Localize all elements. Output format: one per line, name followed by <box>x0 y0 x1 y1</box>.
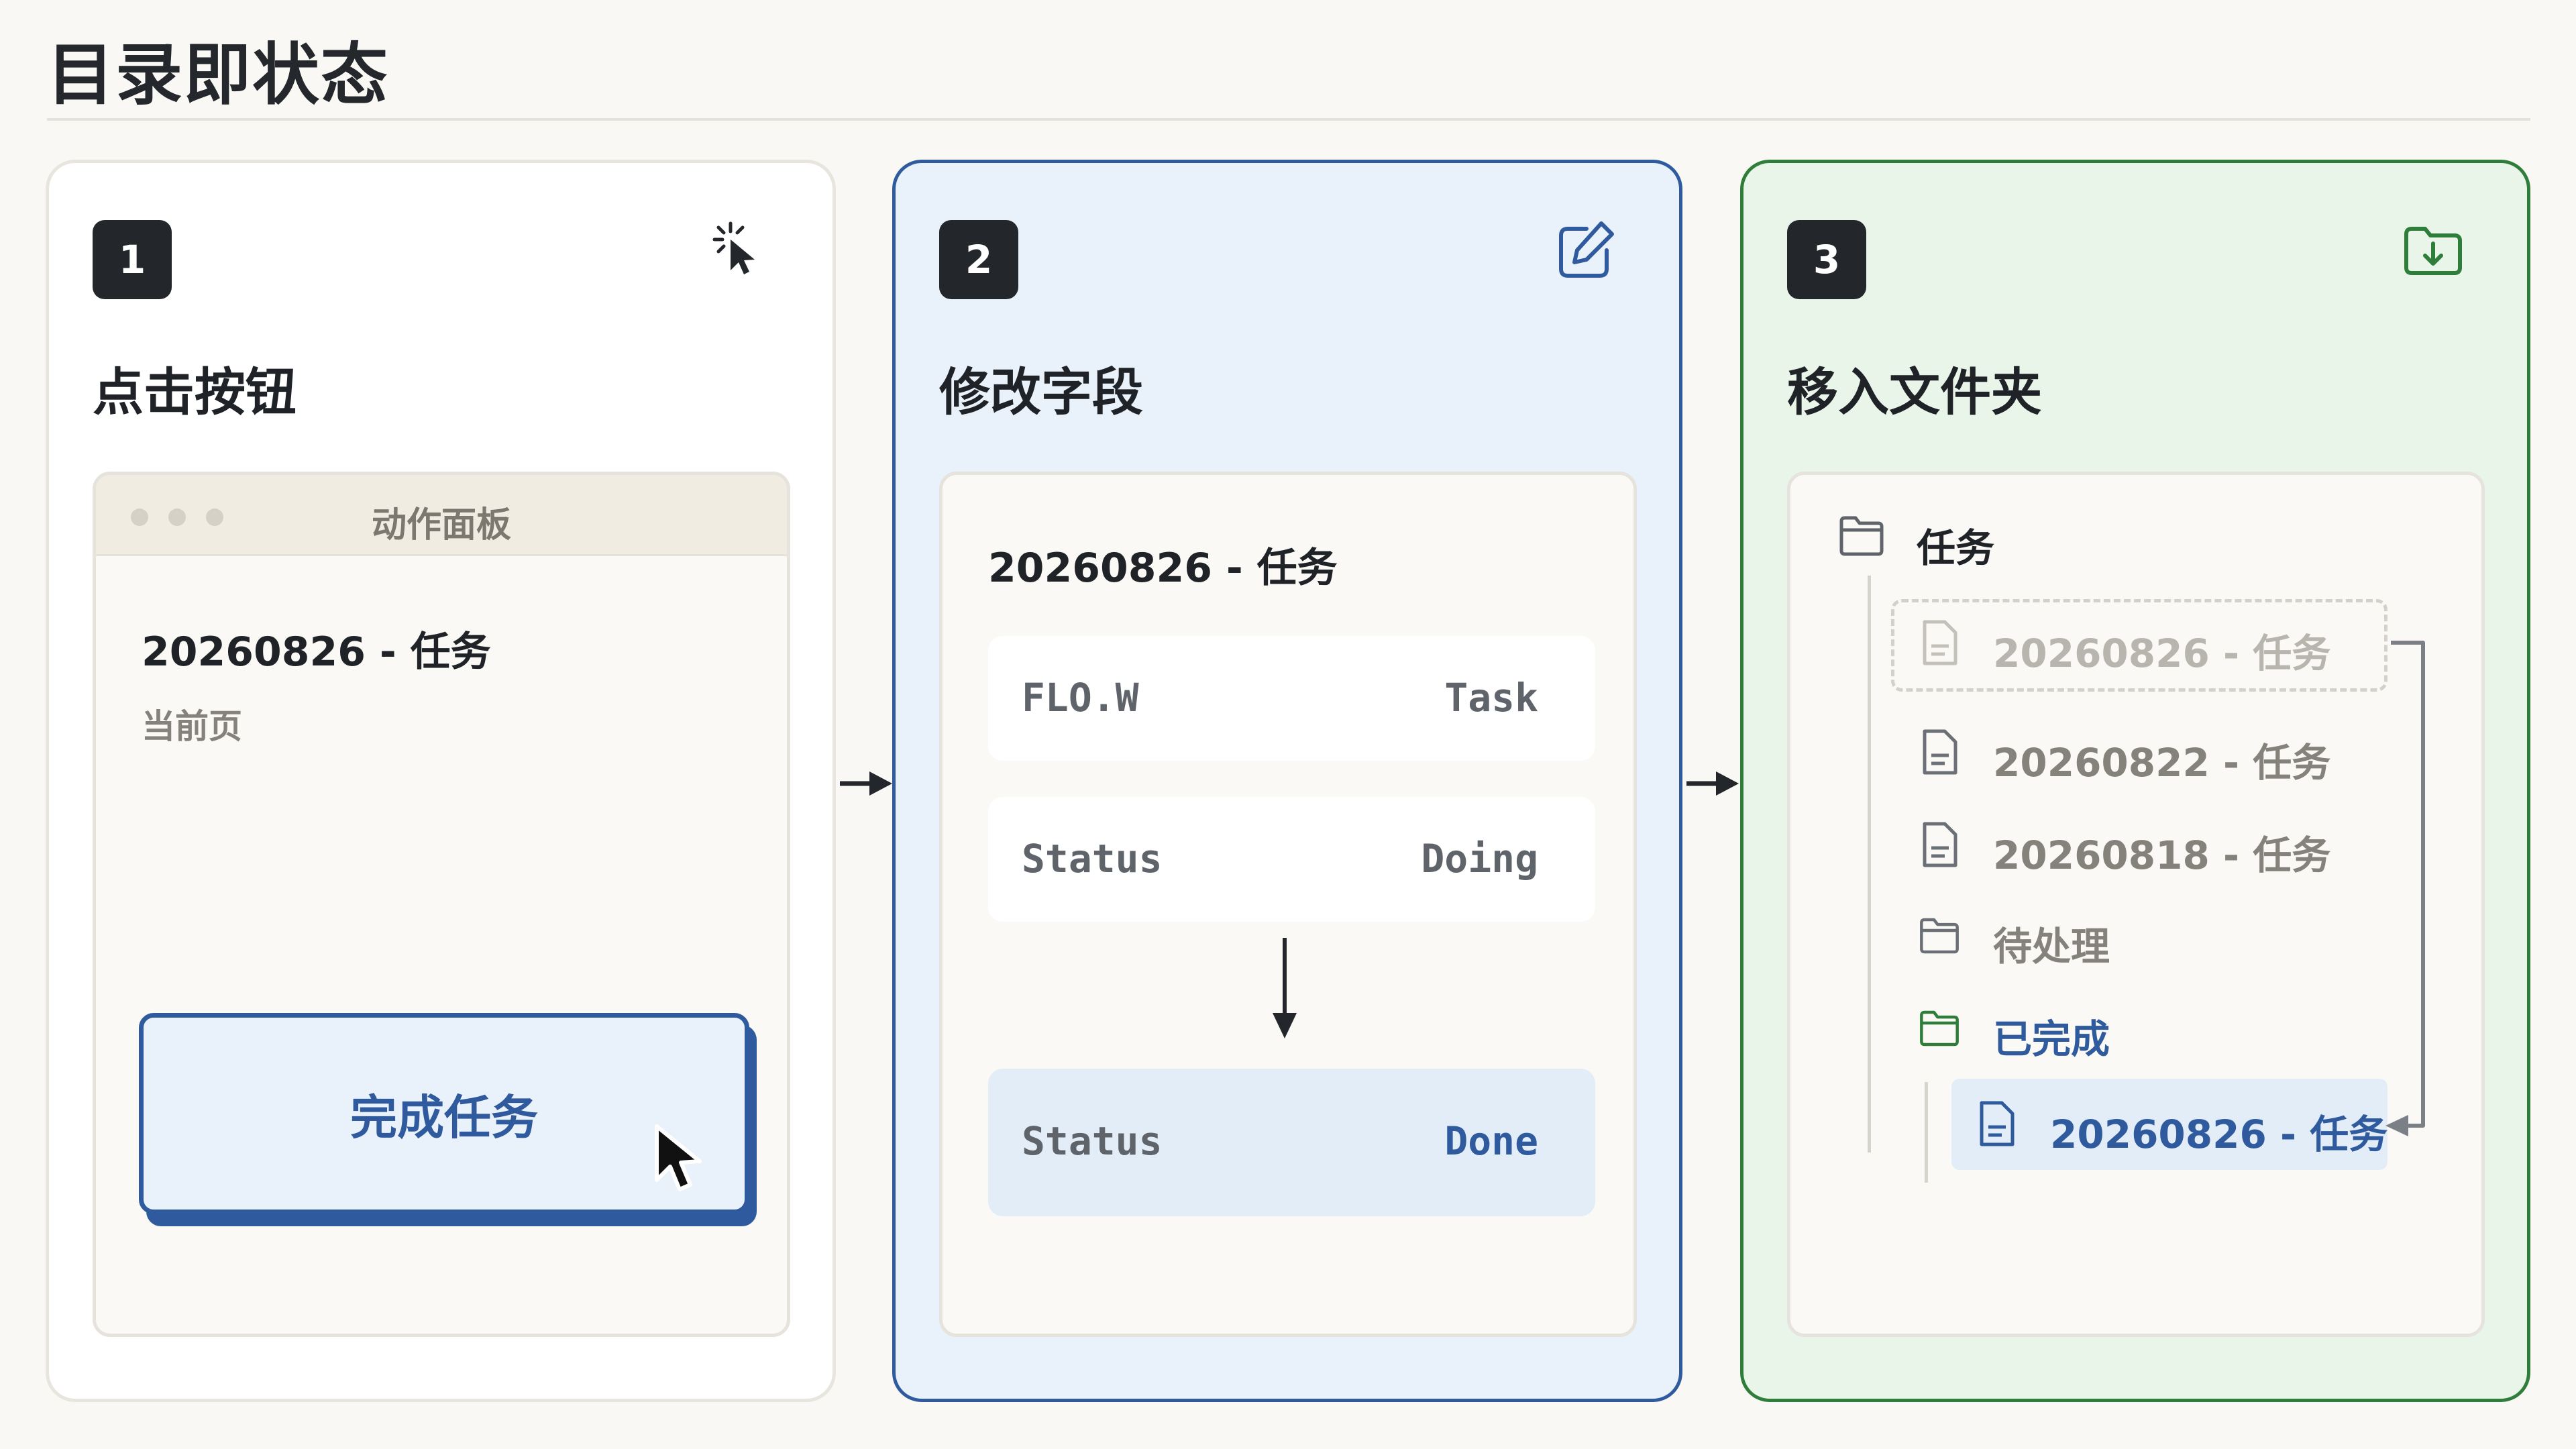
panel-header: 动作面板 <box>96 475 787 556</box>
tree-guide-line <box>1868 576 1871 1152</box>
page-title: 目录即状态 <box>47 36 389 114</box>
file-icon <box>1923 729 1957 775</box>
folder-icon <box>1920 1010 1959 1046</box>
tree-guide-line <box>1925 1082 1928 1183</box>
click-sparkle-icon <box>712 221 755 274</box>
note-title: 20260826 - 任务 <box>142 629 491 676</box>
step-number-badge: 2 <box>939 220 1018 299</box>
folder-icon <box>1839 516 1884 556</box>
down-arrow-icon <box>1273 938 1297 1038</box>
file-icon <box>1980 1101 2015 1146</box>
field-row-flow: FLO.W Task <box>988 636 1595 761</box>
tree-root-label: 任务 <box>1917 525 1995 571</box>
properties-panel: 20260826 - 任务 FLO.W Task Status Doing St… <box>939 472 1637 1337</box>
field-key: Status <box>1022 1118 1163 1164</box>
field-value: Task <box>1444 675 1538 720</box>
step-title: 移入文件夹 <box>1787 362 2042 422</box>
tree-item-label: 20260826 - 任务 <box>2050 1112 2388 1157</box>
file-icon <box>1923 620 1957 665</box>
tree-item-label: 20260822 - 任务 <box>1993 740 2331 786</box>
step-title: 修改字段 <box>939 362 1143 422</box>
folder-icon <box>1920 918 1959 954</box>
step-card-2: 2 修改字段 20260826 - 任务 FLO.W Task Status D… <box>892 160 1682 1402</box>
step-card-3: 3 移入文件夹 任务 20260826 - 任务 20260822 - 任务 2… <box>1740 160 2530 1402</box>
field-row-status: Status Doing <box>988 797 1595 922</box>
panel-title: 动作面板 <box>371 505 511 545</box>
tree-item-label: 20260818 - 任务 <box>1993 833 2331 878</box>
file-tree: 任务 20260826 - 任务 20260822 - 任务 20260818 … <box>1787 472 2485 1337</box>
title-divider <box>47 118 2530 121</box>
action-panel: 动作面板 20260826 - 任务 当前页 完成任务 <box>93 472 790 1337</box>
step-number-badge: 3 <box>1787 220 1866 299</box>
step-title: 点击按钮 <box>93 362 297 422</box>
mouse-pointer-icon <box>655 1124 702 1191</box>
tree-item-label: 待处理 <box>1993 924 2110 969</box>
field-row-status-done: Status Done <box>988 1069 1595 1216</box>
step-card-1: 1 点击按钮 动作面板 20260826 - 任务 当前页 完成任务 <box>46 160 836 1402</box>
note-subtitle: 当前页 <box>142 707 242 746</box>
field-key: FLO.W <box>1022 675 1139 720</box>
field-key: Status <box>1022 836 1163 881</box>
flow-arrow-icon <box>1686 771 1739 796</box>
tree-item-label: 20260826 - 任务 <box>1993 631 2331 676</box>
step-number-badge: 1 <box>93 220 172 299</box>
edit-icon <box>1559 221 1614 278</box>
file-icon <box>1923 822 1957 867</box>
field-value: Done <box>1444 1118 1538 1164</box>
flow-arrow-icon <box>840 771 892 796</box>
folder-download-icon <box>2404 227 2462 275</box>
tree-item-label: 已完成 <box>1993 1016 2110 1062</box>
field-value: Doing <box>1421 836 1538 881</box>
move-arrow-icon <box>2385 641 2425 1136</box>
note-title: 20260826 - 任务 <box>988 545 1338 592</box>
